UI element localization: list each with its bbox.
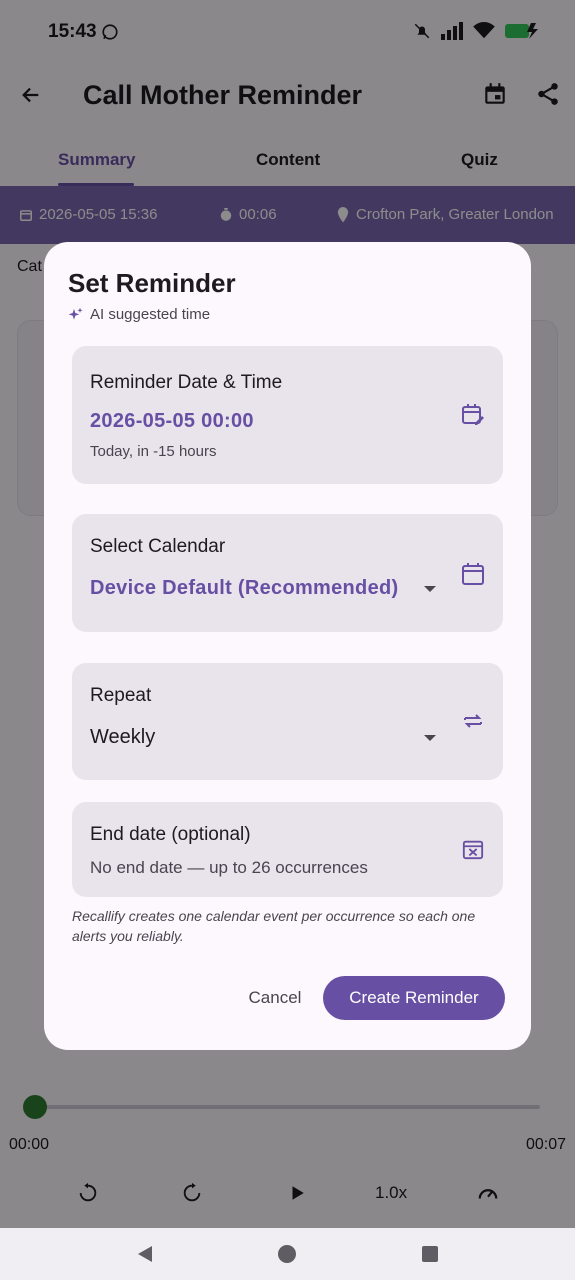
end-date-label: End date (optional) [90, 824, 251, 845]
nav-back-button[interactable] [133, 1242, 157, 1266]
repeat-icon [464, 714, 482, 728]
sparkle-icon [68, 307, 83, 320]
end-date-value: No end date — up to 26 occurrences [90, 858, 368, 877]
calendar-select[interactable]: Device Default (Recommended) [90, 577, 398, 600]
datetime-value: 2026-05-05 00:00 [90, 410, 254, 432]
calendar-dropdown-arrow[interactable] [424, 586, 436, 592]
ai-hint-text: AI suggested time [90, 306, 211, 323]
end-date-section[interactable]: End date (optional) No end date — up to … [72, 802, 503, 897]
repeat-dropdown-arrow[interactable] [424, 735, 436, 741]
datetime-relative: Today, in -15 hours [90, 443, 217, 460]
calendar-icon [462, 563, 484, 585]
reminder-note: Recallify creates one calendar event per… [72, 908, 476, 944]
calendar-section[interactable]: Select Calendar Device Default (Recommen… [72, 514, 503, 632]
triangle-back-icon [138, 1246, 152, 1262]
edit-calendar-button[interactable] [460, 402, 486, 428]
repeat-label: Repeat [90, 685, 152, 706]
repeat-icon-wrap [460, 708, 486, 734]
square-recents-icon [422, 1246, 438, 1262]
datetime-section[interactable]: Reminder Date & Time 2026-05-05 00:00 To… [72, 346, 503, 484]
datetime-label: Reminder Date & Time [90, 372, 283, 393]
system-nav-bar [0, 1228, 575, 1280]
calendar-label: Select Calendar [90, 536, 226, 557]
nav-home-button[interactable] [275, 1242, 299, 1266]
repeat-select[interactable]: Weekly [90, 726, 155, 749]
cancel-button[interactable]: Cancel [234, 978, 316, 1018]
ai-hint: AI suggested time [68, 306, 210, 323]
nav-recents-button[interactable] [418, 1242, 442, 1266]
circle-home-icon [278, 1245, 296, 1263]
repeat-section[interactable]: Repeat Weekly [72, 663, 503, 780]
dialog-title: Set Reminder [68, 268, 236, 298]
set-reminder-dialog: Set Reminder AI suggested time Reminder … [44, 242, 531, 1050]
calendar-section-icon-wrap [460, 561, 486, 587]
calendar-clear-icon [462, 840, 484, 860]
create-reminder-button[interactable]: Create Reminder [323, 976, 505, 1020]
edit-calendar-icon [462, 404, 484, 425]
clear-end-date-button[interactable] [460, 836, 486, 862]
